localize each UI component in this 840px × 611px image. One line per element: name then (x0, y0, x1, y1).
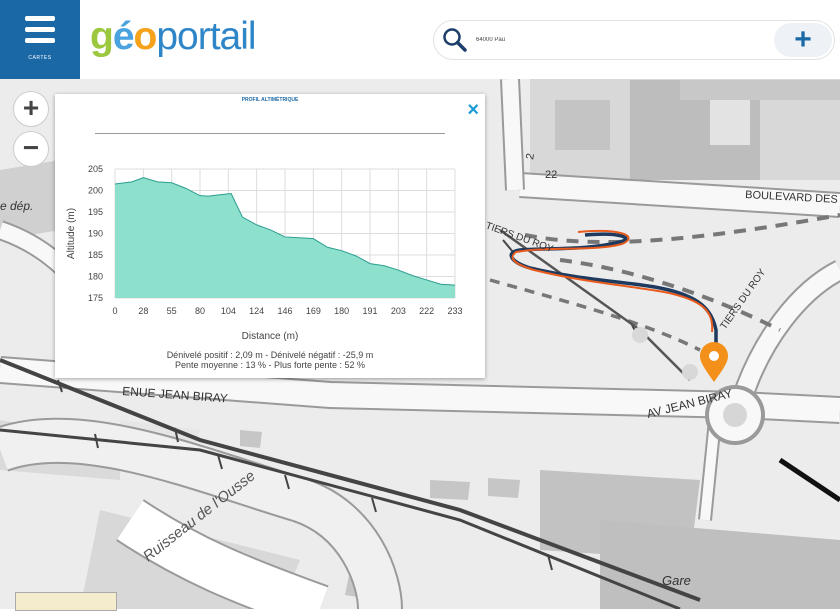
search-icon[interactable] (442, 27, 468, 53)
location-pin-icon (700, 342, 728, 382)
x-tick-label: 104 (221, 306, 236, 316)
y-tick-label: 205 (88, 164, 103, 174)
y-tick-label: 190 (88, 229, 103, 239)
label-dep: e dép. (0, 199, 33, 213)
zoom-out-button[interactable]: − (13, 131, 49, 167)
stats-line-2: Pente moyenne : 13 % - Plus forte pente … (174, 360, 366, 370)
x-tick-label: 233 (447, 306, 462, 316)
profile-stats: Dénivelé positif : 2,09 m - Dénivelé nég… (55, 350, 485, 370)
y-tick-label: 195 (88, 207, 103, 217)
search-input[interactable] (474, 31, 758, 49)
x-tick-label: 180 (334, 306, 349, 316)
y-tick-label: 200 (88, 186, 103, 196)
zoom-in-button[interactable]: + (13, 91, 49, 127)
stats-line-1: Dénivelé positif : 2,09 m - Dénivelé nég… (166, 350, 374, 360)
label-num-22: 22 (545, 169, 557, 181)
x-tick-label: 55 (167, 306, 177, 316)
x-tick-label: 124 (249, 306, 264, 316)
x-tick-label: 0 (112, 306, 117, 316)
menu-button[interactable]: CARTES (0, 0, 80, 79)
x-axis-label: Distance (m) (241, 331, 299, 342)
x-tick-label: 222 (419, 306, 434, 316)
hamburger-icon (25, 16, 55, 49)
label-gare: Gare (662, 573, 691, 588)
add-button[interactable]: + (774, 23, 832, 57)
x-tick-label: 146 (277, 306, 292, 316)
elevation-profile-panel: PROFIL ALTIMÉTRIQUE × 175 180 185 190 195 200… (55, 94, 485, 378)
geoportail-logo[interactable]: géoportail (90, 14, 257, 60)
x-tick-label: 169 (306, 306, 321, 316)
y-tick-label: 175 (88, 293, 103, 303)
x-tick-label: 191 (362, 306, 377, 316)
y-axis-label: Altitude (m) (66, 208, 77, 259)
header: CARTES géoportail + (0, 0, 840, 79)
x-tick-label: 28 (138, 306, 148, 316)
x-tick-label: 80 (195, 306, 205, 316)
x-tick-label: 203 (391, 306, 406, 316)
minimap[interactable] (15, 592, 117, 611)
y-tick-label: 180 (88, 272, 103, 282)
menu-label: CARTES (28, 55, 52, 61)
search-bar: + (433, 20, 835, 60)
elevation-chart: 175 180 185 190 195 200 205 0 28 55 80 104 124 146 169… (66, 164, 463, 316)
y-tick-label: 185 (88, 250, 103, 260)
